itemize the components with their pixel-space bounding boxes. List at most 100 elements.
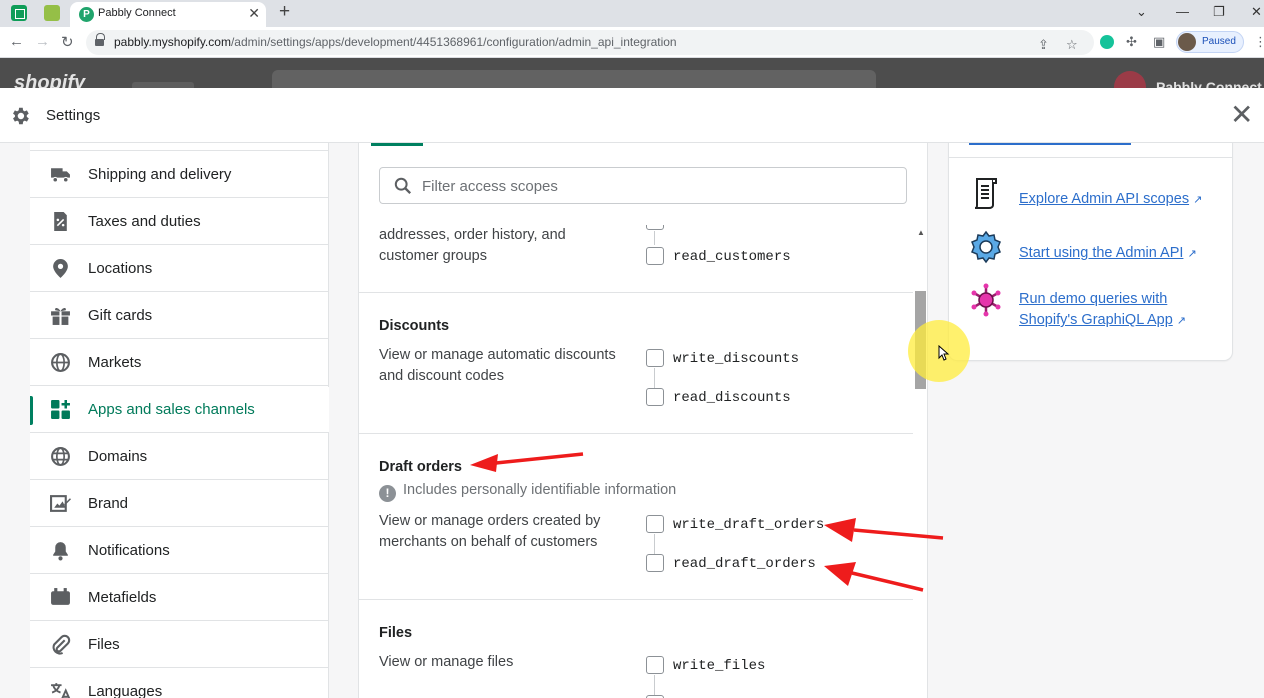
browser-menu-icon[interactable]: ⋮ — [1254, 34, 1264, 50]
close-settings-icon[interactable]: ✕ — [1230, 101, 1253, 129]
apps-icon — [51, 400, 70, 419]
sidebar-item-gift-cards[interactable]: Gift cards — [30, 293, 329, 339]
settings-header: Settings ✕ — [0, 88, 1264, 143]
gear-icon — [971, 230, 1001, 264]
sidebar-item-files[interactable]: Files — [30, 622, 329, 668]
url-field[interactable]: pabbly.myshopify.com/admin/settings/apps… — [86, 30, 1094, 55]
read-draft-orders-checkbox[interactable] — [646, 554, 664, 572]
start-using-admin-api-link[interactable]: Start using the Admin API ↗ — [1019, 243, 1219, 265]
browser-tab-bar: P Pabbly Connect ✕ + ⌄ — ❐ ✕ — [0, 0, 1264, 27]
resource-link-partial[interactable] — [969, 143, 1131, 145]
sidebar-item-languages[interactable]: Languages — [30, 669, 329, 698]
profile-status: Paused — [1202, 36, 1236, 47]
store-name: Pabbly Connect — [1156, 79, 1262, 88]
tab-pabbly-connect[interactable]: P Pabbly Connect ✕ — [70, 2, 266, 27]
write-discounts-label: write_discounts — [673, 351, 800, 367]
lock-icon[interactable] — [95, 33, 105, 46]
grammarly-extension-icon[interactable] — [1100, 35, 1114, 49]
sidebar-item-apps-and-sales-channels[interactable]: Apps and sales channels — [30, 387, 329, 433]
new-tab-icon[interactable]: + — [279, 2, 290, 22]
sidebar-item-markets[interactable]: Markets — [30, 340, 329, 386]
files-title: Files — [379, 625, 413, 641]
tab-search-icon[interactable]: ⌄ — [1136, 4, 1147, 20]
gift-icon — [51, 308, 70, 325]
sidebar-item-domains[interactable]: Domains — [30, 434, 329, 480]
write-draft-orders-checkbox[interactable] — [646, 515, 664, 533]
sidebar-item-locations[interactable]: Locations — [30, 246, 329, 292]
shopify-tab-icon[interactable] — [44, 5, 60, 21]
settings-title: Settings — [46, 107, 101, 124]
external-link-icon: ↗ — [1187, 248, 1197, 260]
sidebar-item-label: Taxes and duties — [88, 213, 201, 230]
sidebar-item-label: Domains — [88, 448, 148, 465]
extensions-puzzle-icon[interactable]: ✣ — [1126, 34, 1137, 50]
globe-icon — [51, 353, 70, 372]
sidebar-item-label: Locations — [88, 260, 153, 277]
write-files-label: write_files — [673, 658, 766, 674]
sidebar-item-metafields[interactable]: Metafields — [30, 575, 329, 621]
document-icon — [974, 178, 997, 209]
read-discounts-checkbox[interactable] — [646, 388, 664, 406]
sidebar-item-notifications[interactable]: Notifications — [30, 528, 329, 574]
scroll-up-icon[interactable]: ▲ — [917, 228, 925, 237]
pabbly-icon: P — [79, 7, 94, 22]
url-host: pabbly.myshopify.com — [114, 35, 231, 49]
files-description: View or manage files — [379, 654, 514, 670]
forward-icon[interactable]: → — [35, 33, 50, 50]
back-icon[interactable]: ← — [9, 33, 24, 50]
admin-search — [272, 70, 876, 88]
metafields-icon — [51, 588, 70, 605]
restore-icon[interactable]: ❐ — [1213, 4, 1225, 20]
discounts-title: Discounts — [379, 318, 450, 334]
share-icon[interactable]: ⇪ — [1038, 37, 1049, 53]
scope-list-scrollbar[interactable]: ▲ — [914, 225, 927, 698]
resources-card: Explore Admin API scopes ↗ Start using th… — [949, 143, 1232, 360]
settings-main: Shipping and delivery Taxes and duties L… — [0, 143, 1264, 698]
tab-close-icon[interactable]: ✕ — [248, 5, 260, 22]
external-link-icon: ↗ — [1176, 315, 1186, 327]
url-path: /admin/settings/apps/development/4451368… — [230, 35, 677, 49]
window-close-icon[interactable]: ✕ — [1251, 4, 1262, 20]
sidebar-item-label: Languages — [88, 683, 163, 698]
write-files-checkbox[interactable] — [646, 656, 664, 674]
sidebar-item-label: Markets — [88, 354, 142, 371]
read-customers-label: read_customers — [673, 249, 791, 265]
settings-sidebar: Shipping and delivery Taxes and duties L… — [30, 143, 329, 698]
write-draft-orders-label: write_draft_orders — [673, 517, 825, 533]
paperclip-icon — [52, 634, 71, 655]
read-customers-checkbox[interactable] — [646, 247, 664, 265]
write-discounts-checkbox[interactable] — [646, 349, 664, 367]
sidebar-item-label: Brand — [88, 495, 129, 512]
translate-icon — [51, 683, 71, 698]
filter-scopes-field[interactable] — [379, 167, 907, 204]
draft-orders-title: Draft orders — [379, 459, 462, 475]
profile-button[interactable]: Paused — [1176, 31, 1244, 53]
scope-list: addresses, order history, and customer gr… — [359, 225, 913, 698]
sidebar-item-taxes[interactable]: Taxes and duties — [30, 199, 329, 245]
graphiql-app-link[interactable]: Run demo queries with Shopify's GraphiQL … — [1019, 289, 1219, 332]
google-sheets-tab-icon[interactable] — [11, 5, 27, 21]
external-link-icon: ↗ — [1193, 194, 1203, 206]
truck-icon — [51, 168, 70, 183]
settings-gear-icon — [13, 107, 29, 125]
minimize-icon[interactable]: — — [1176, 4, 1189, 19]
sidebar-item-previous[interactable] — [30, 143, 329, 151]
scope-connector — [654, 534, 655, 554]
active-tab-indicator — [371, 143, 423, 146]
filter-scopes-input[interactable] — [422, 176, 892, 196]
annotation-arrow-write-draft-orders — [824, 518, 944, 542]
write-customers-checkbox[interactable] — [646, 225, 664, 230]
sidebar-item-shipping[interactable]: Shipping and delivery — [30, 152, 329, 198]
sidebar-item-label: Shipping and delivery — [88, 166, 232, 183]
access-scopes-panel: addresses, order history, andcustomer gr… — [359, 143, 927, 698]
bookmark-star-icon[interactable]: ☆ — [1066, 37, 1078, 53]
address-bar: ← → ↻ pabbly.myshopify.com/admin/setting… — [0, 27, 1264, 58]
annotation-arrow-draft-orders — [470, 452, 584, 472]
profile-avatar — [1178, 33, 1196, 51]
side-panel-icon[interactable]: ▣ — [1153, 34, 1165, 50]
explore-admin-api-scopes-link[interactable]: Explore Admin API scopes ↗ — [1019, 189, 1219, 211]
section-divider — [359, 599, 913, 600]
pii-note: ! Includes personally identifiable inform… — [379, 482, 676, 502]
sidebar-item-brand[interactable]: Brand — [30, 481, 329, 527]
reload-icon[interactable]: ↻ — [61, 33, 74, 51]
